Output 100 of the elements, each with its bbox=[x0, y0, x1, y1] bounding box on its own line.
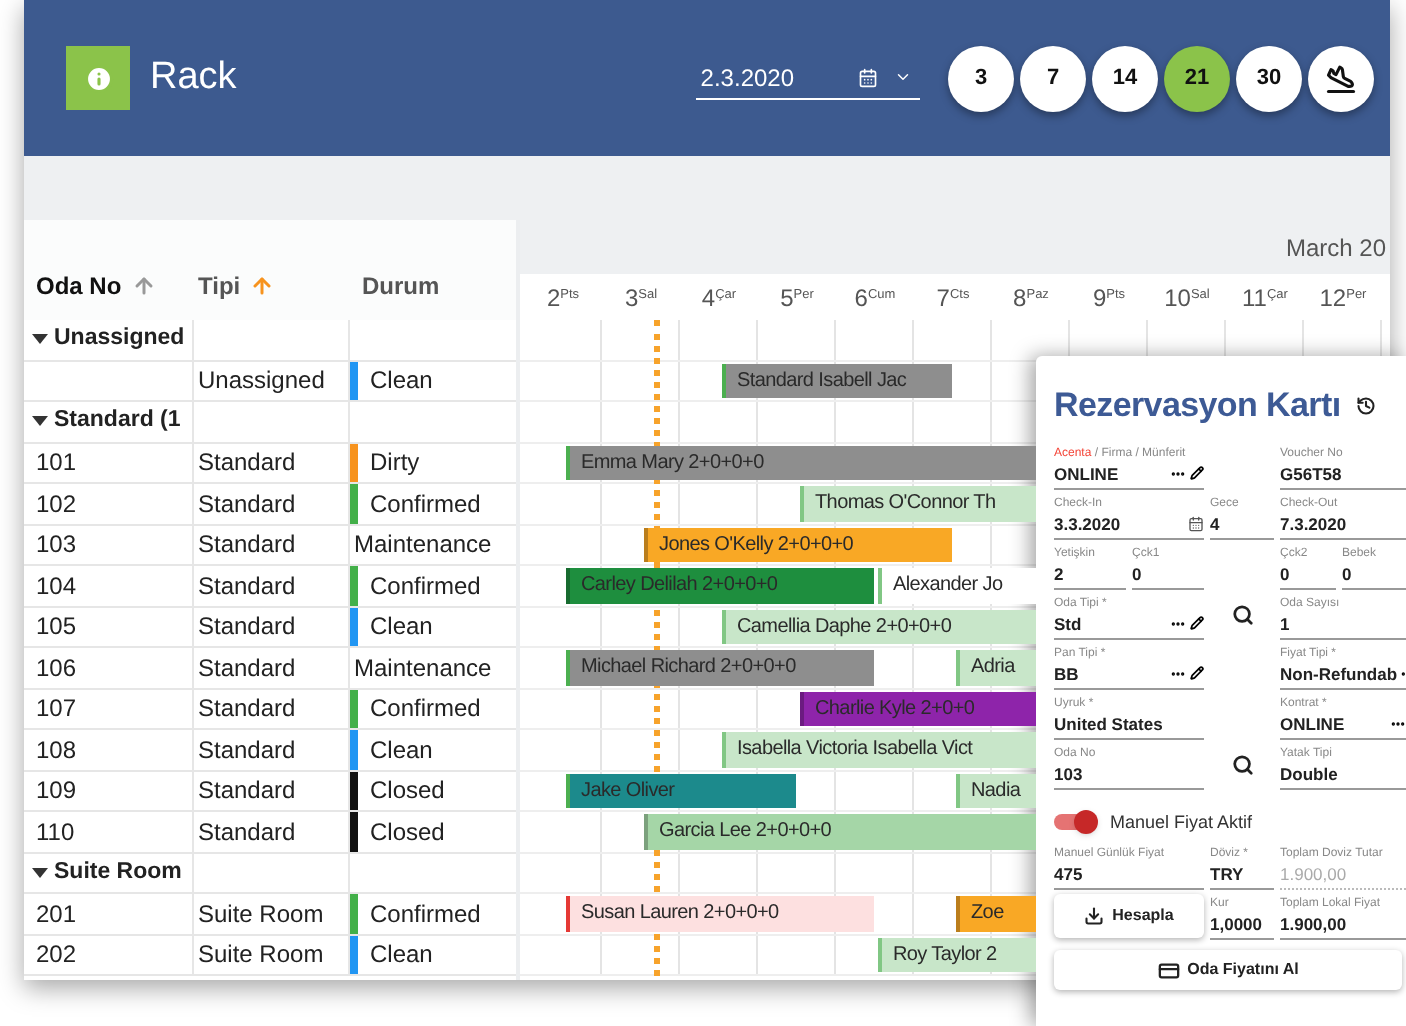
column-header[interactable]: Oda No bbox=[36, 268, 122, 304]
room-number: 101 bbox=[36, 446, 77, 481]
booking-bar[interactable]: Michael Richard 2+0+0+0 bbox=[565, 650, 873, 685]
range-button[interactable]: 3 bbox=[948, 45, 1014, 111]
booking-bar[interactable]: Camellia Daphe 2+0+0+0 bbox=[721, 609, 1036, 644]
day-label: 3$^{Sal}$ bbox=[624, 281, 658, 315]
sort-arrow-icon[interactable] bbox=[131, 274, 156, 298]
pencil-icon[interactable] bbox=[1190, 466, 1204, 480]
range-button[interactable]: 21 bbox=[1164, 45, 1230, 111]
month-label: March 20 bbox=[1285, 231, 1386, 265]
field-value: 0 bbox=[1132, 561, 1142, 585]
booking-bar[interactable]: Isabella Victoria Isabella Vict bbox=[721, 732, 1036, 767]
booking-bar[interactable]: Standard Isabell Jac bbox=[721, 363, 951, 398]
calculate-button[interactable]: Hesapla bbox=[1054, 894, 1204, 938]
day-label: 2$^{Pts}$ bbox=[546, 281, 580, 315]
room-type: Standard bbox=[198, 446, 296, 481]
room-status: Confirmed bbox=[368, 692, 481, 727]
booking-bar[interactable]: Susan Lauren 2+0+0+0 bbox=[565, 896, 873, 931]
page-title: Rack bbox=[150, 53, 237, 102]
room-status: Dirty bbox=[368, 446, 420, 481]
room-type: Standard bbox=[198, 733, 296, 768]
toggle-switch[interactable] bbox=[1054, 814, 1094, 831]
range-button[interactable]: 30 bbox=[1236, 45, 1302, 111]
day-label: 5$^{Per}$ bbox=[780, 281, 814, 315]
credit-card-icon bbox=[1157, 959, 1180, 981]
arrivals-button[interactable] bbox=[1308, 45, 1374, 111]
field-value: G56T58 bbox=[1280, 461, 1342, 485]
room-status: Clean bbox=[368, 733, 433, 768]
day-label: 7$^{Cts}$ bbox=[936, 281, 970, 315]
range-button[interactable]: 14 bbox=[1092, 45, 1158, 111]
room-price-button[interactable]: Oda Fiyatını Al bbox=[1054, 950, 1402, 990]
room-type: Standard bbox=[198, 815, 296, 850]
room-status: Closed bbox=[368, 815, 445, 850]
field-value: BB bbox=[1054, 661, 1079, 685]
field-value: ONLINE bbox=[1280, 711, 1345, 735]
day-label: 10$^{Sal}$ bbox=[1164, 281, 1210, 315]
search-icon[interactable] bbox=[1231, 753, 1253, 775]
date-picker[interactable]: 2.3.2020 bbox=[696, 56, 921, 100]
room-type: Standard bbox=[198, 692, 296, 727]
field-value: 475 bbox=[1054, 862, 1083, 886]
field-value: 1 bbox=[1280, 611, 1290, 635]
room-type: Standard bbox=[198, 569, 296, 604]
app-logo bbox=[66, 46, 130, 110]
room-number: 201 bbox=[36, 897, 77, 932]
booking-bar[interactable]: Nadia bbox=[955, 773, 1036, 808]
caret-icon[interactable] bbox=[32, 416, 48, 427]
card-title: Rezervasyon Kartı bbox=[1054, 384, 1341, 428]
field-value: 7.3.2020 bbox=[1280, 511, 1347, 535]
room-number: 103 bbox=[36, 528, 77, 563]
field-value: 1.900,00 bbox=[1280, 862, 1347, 886]
field-value: 0 bbox=[1342, 561, 1352, 585]
room-number: 102 bbox=[36, 487, 77, 522]
room-status: Maintenance bbox=[352, 528, 492, 563]
group-label[interactable]: Standard (1 bbox=[54, 404, 181, 439]
room-status: Clean bbox=[368, 610, 433, 645]
day-label: 6$^{Cum}$ bbox=[854, 281, 896, 315]
field-value: United States bbox=[1054, 711, 1163, 735]
room-number: 105 bbox=[36, 610, 77, 645]
room-status: Closed bbox=[368, 774, 445, 809]
booking-bar[interactable]: Zoe bbox=[955, 896, 1036, 931]
field-value: 4 bbox=[1210, 511, 1220, 535]
field-value: Std bbox=[1054, 611, 1082, 635]
range-button[interactable]: 7 bbox=[1020, 45, 1086, 111]
field-value: Double bbox=[1280, 761, 1338, 785]
field-value: 0 bbox=[1280, 561, 1290, 585]
day-label: 4$^{Çar}$ bbox=[701, 281, 737, 315]
booking-bar[interactable]: Emma Mary 2+0+0+0 bbox=[565, 445, 1036, 480]
booking-bar[interactable]: Roy Taylor 2 bbox=[877, 937, 1036, 972]
room-status: Confirmed bbox=[368, 569, 481, 604]
history-icon[interactable] bbox=[1356, 395, 1377, 416]
calendar-icon bbox=[858, 67, 879, 87]
room-status: Confirmed bbox=[368, 487, 481, 522]
room-status: Confirmed bbox=[368, 897, 481, 932]
room-type: Standard bbox=[198, 610, 296, 645]
room-type: Standard bbox=[198, 774, 296, 809]
pencil-icon[interactable] bbox=[1190, 616, 1204, 630]
pencil-icon[interactable] bbox=[1190, 666, 1204, 680]
room-number: 109 bbox=[36, 774, 77, 809]
download-icon bbox=[1084, 906, 1105, 926]
caret-icon[interactable] bbox=[32, 334, 48, 345]
column-header[interactable]: Tipi bbox=[198, 268, 241, 304]
column-header[interactable]: Durum bbox=[362, 268, 440, 304]
caret-icon[interactable] bbox=[32, 867, 48, 878]
calendar-icon[interactable] bbox=[1188, 515, 1204, 531]
day-label: 8$^{Paz}$ bbox=[1013, 281, 1049, 315]
booking-bar[interactable]: Thomas O'Connor Th bbox=[799, 486, 1036, 521]
room-number: 107 bbox=[36, 692, 77, 727]
booking-bar[interactable]: Jones O'Kelly 2+0+0+0 bbox=[643, 527, 951, 562]
search-icon[interactable] bbox=[1231, 603, 1253, 625]
field-value: 2 bbox=[1054, 561, 1064, 585]
booking-bar[interactable]: Adria bbox=[955, 650, 1036, 685]
field-value: 1.900,00 bbox=[1280, 912, 1347, 936]
group-label[interactable]: Suite Room bbox=[54, 855, 182, 890]
field-value: 3.3.2020 bbox=[1054, 511, 1121, 535]
room-number: 110 bbox=[36, 815, 75, 850]
room-number: 108 bbox=[36, 733, 77, 768]
group-label[interactable]: Unassigned bbox=[54, 322, 185, 357]
field-value: 103 bbox=[1054, 761, 1083, 785]
field-value: 1,0000 bbox=[1210, 912, 1262, 936]
booking-bar[interactable]: Garcia Lee 2+0+0+0 bbox=[643, 814, 1036, 849]
